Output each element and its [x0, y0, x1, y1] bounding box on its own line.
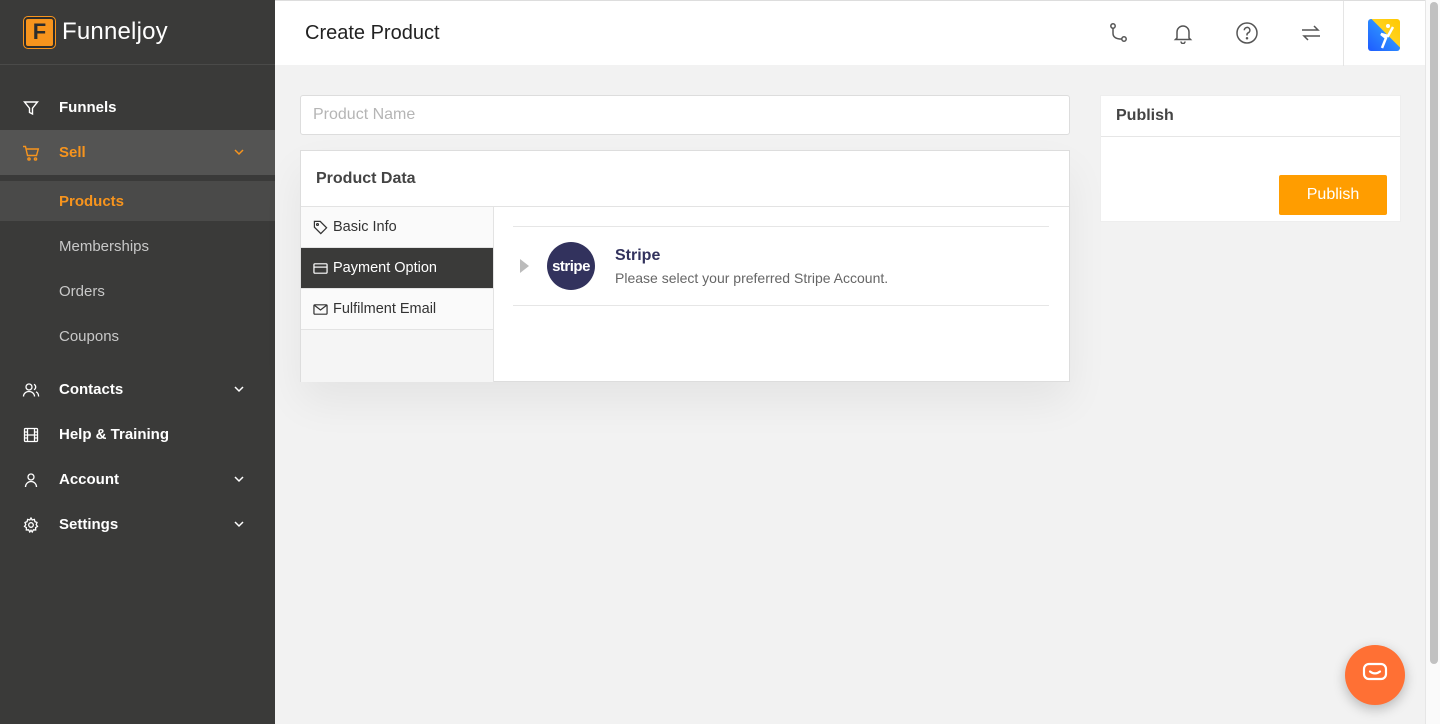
tag-icon: [312, 219, 328, 235]
payment-options: stripe Stripe Please select your preferr…: [513, 226, 1049, 306]
sidebar-item-account[interactable]: Account: [0, 457, 275, 502]
user-icon: [22, 471, 40, 489]
product-name-input[interactable]: [300, 95, 1070, 135]
payment-option-title: Stripe: [615, 246, 661, 264]
sidebar-subitem-orders[interactable]: Orders: [0, 271, 275, 311]
chevron-down-icon: [233, 145, 245, 162]
sidebar-item-funnels[interactable]: Funnels: [0, 85, 275, 130]
product-data-tabs: Basic Info Payment Option Fulfilment Ema…: [301, 207, 494, 382]
tab-label: Payment Option: [333, 260, 437, 276]
gear-icon: [22, 516, 40, 534]
credit-card-icon: [312, 260, 328, 276]
page-title: Create Product: [305, 22, 440, 44]
tab-payment-option[interactable]: Payment Option: [301, 248, 493, 289]
header-divider: [1343, 1, 1344, 66]
sidebar-subitem-products[interactable]: Products: [0, 181, 275, 221]
sidebar-item-help-training[interactable]: Help & Training: [0, 412, 275, 457]
sell-submenu: Products Memberships Orders Coupons: [0, 175, 275, 367]
payment-option-stripe[interactable]: stripe Stripe Please select your preferr…: [513, 226, 1049, 306]
cart-icon: [22, 144, 40, 162]
sidebar-nav: Funnels Sell Products Memberships Orders…: [0, 65, 275, 547]
chevron-down-icon: [233, 472, 245, 489]
chat-icon: [1362, 662, 1388, 689]
sidebar-item-label: Sell: [59, 144, 86, 161]
payment-option-text: Stripe Please select your preferred Stri…: [615, 247, 888, 286]
expand-caret-icon[interactable]: [520, 259, 529, 273]
payment-option-description: Please select your preferred Stripe Acco…: [615, 269, 889, 286]
publish-card: Publish Publish: [1100, 95, 1401, 222]
tab-label: Basic Info: [333, 219, 397, 235]
scrollbar[interactable]: [1425, 0, 1440, 724]
filter-icon: [22, 99, 40, 117]
bell-icon[interactable]: [1171, 21, 1195, 45]
mail-icon: [312, 301, 328, 317]
product-data-card: Product Data Basic Info Payment Option F…: [300, 150, 1070, 382]
sidebar-item-sell[interactable]: Sell: [0, 130, 275, 175]
avatar[interactable]: [1368, 19, 1400, 51]
top-header: Create Product: [275, 0, 1425, 66]
sync-icon[interactable]: [1299, 21, 1323, 45]
tab-basic-info[interactable]: Basic Info: [301, 207, 493, 248]
brand[interactable]: F Funneljoy: [0, 0, 275, 65]
sidebar-item-settings[interactable]: Settings: [0, 502, 275, 547]
sidebar: F Funneljoy Funnels Sell Products Member…: [0, 0, 275, 724]
sidebar-item-label: Account: [59, 471, 119, 488]
help-icon[interactable]: [1235, 21, 1259, 45]
brand-name: Funneljoy: [62, 18, 168, 45]
route-icon[interactable]: [1107, 21, 1131, 45]
sidebar-item-label: Help & Training: [59, 426, 170, 443]
sidebar-item-label: Funnels: [59, 99, 117, 116]
tab-fulfilment-email[interactable]: Fulfilment Email: [301, 289, 493, 330]
film-icon: [22, 426, 40, 444]
sidebar-item-contacts[interactable]: Contacts: [0, 367, 275, 412]
brand-logo: F: [24, 16, 55, 48]
users-icon: [22, 381, 40, 399]
stripe-logo: stripe: [547, 242, 595, 290]
scrollbar-thumb[interactable]: [1430, 2, 1438, 664]
sidebar-subitem-memberships[interactable]: Memberships: [0, 226, 275, 266]
sidebar-subitem-coupons[interactable]: Coupons: [0, 316, 275, 356]
sidebar-item-label: Settings: [59, 516, 119, 533]
publish-button[interactable]: Publish: [1279, 175, 1387, 215]
product-data-title: Product Data: [301, 151, 1069, 207]
chevron-down-icon: [233, 382, 245, 399]
tab-label: Fulfilment Email: [333, 301, 437, 317]
chevron-down-icon: [233, 517, 245, 534]
chat-widget-button[interactable]: [1345, 645, 1405, 705]
publish-title: Publish: [1101, 96, 1400, 137]
sidebar-item-label: Contacts: [59, 381, 124, 398]
